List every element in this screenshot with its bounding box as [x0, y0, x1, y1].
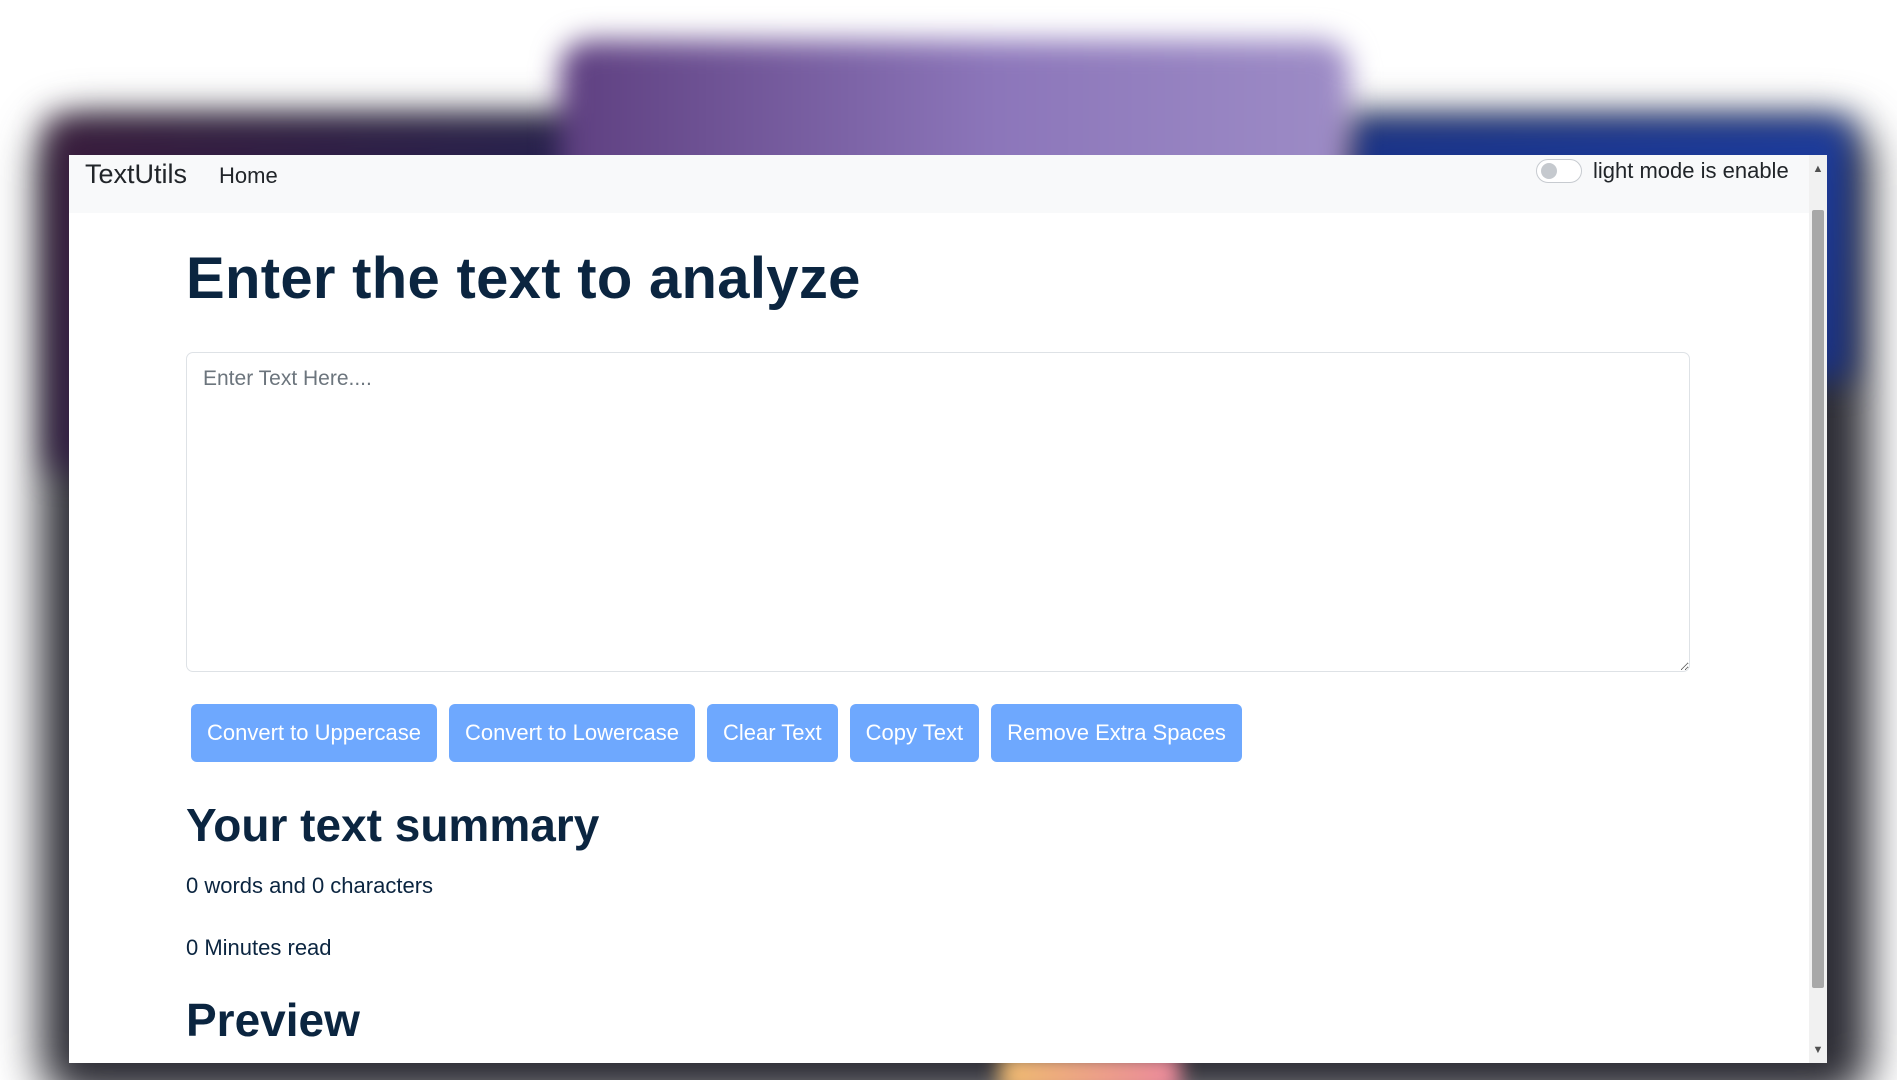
read-time: 0 Minutes read — [186, 935, 332, 960]
nav-home-link[interactable]: Home — [219, 163, 278, 189]
text-input-area[interactable] — [186, 352, 1690, 672]
mode-switch[interactable] — [1536, 159, 1582, 183]
convert-lowercase-button[interactable]: Convert to Lowercase — [449, 704, 695, 762]
scroll-thumb[interactable] — [1812, 210, 1824, 988]
switch-knob — [1541, 163, 1557, 179]
page-title: Enter the text to analyze — [186, 246, 861, 311]
action-buttons: Convert to Uppercase Convert to Lowercas… — [191, 704, 1242, 762]
remove-extra-spaces-button[interactable]: Remove Extra Spaces — [991, 704, 1242, 762]
summary-heading: Your text summary — [186, 799, 600, 851]
scroll-down-arrow-icon[interactable]: ▼ — [1809, 1039, 1827, 1061]
mode-label: light mode is enable — [1593, 158, 1789, 183]
navbar: TextUtils Home light mode is enable — [69, 155, 1809, 213]
vertical-scrollbar[interactable]: ▲ ▼ — [1809, 155, 1827, 1063]
convert-uppercase-button[interactable]: Convert to Uppercase — [191, 704, 437, 762]
word-char-count: 0 words and 0 characters — [186, 873, 434, 898]
preview-heading: Preview — [186, 994, 360, 1046]
mode-toggle: light mode is enable — [1536, 158, 1789, 184]
copy-text-button[interactable]: Copy Text — [849, 704, 980, 762]
clear-text-button[interactable]: Clear Text — [707, 704, 838, 762]
scroll-up-arrow-icon[interactable]: ▲ — [1809, 158, 1827, 180]
brand-link[interactable]: TextUtils — [85, 159, 187, 190]
app-window: TextUtils Home light mode is enable ▲ ▼ … — [69, 155, 1827, 1063]
